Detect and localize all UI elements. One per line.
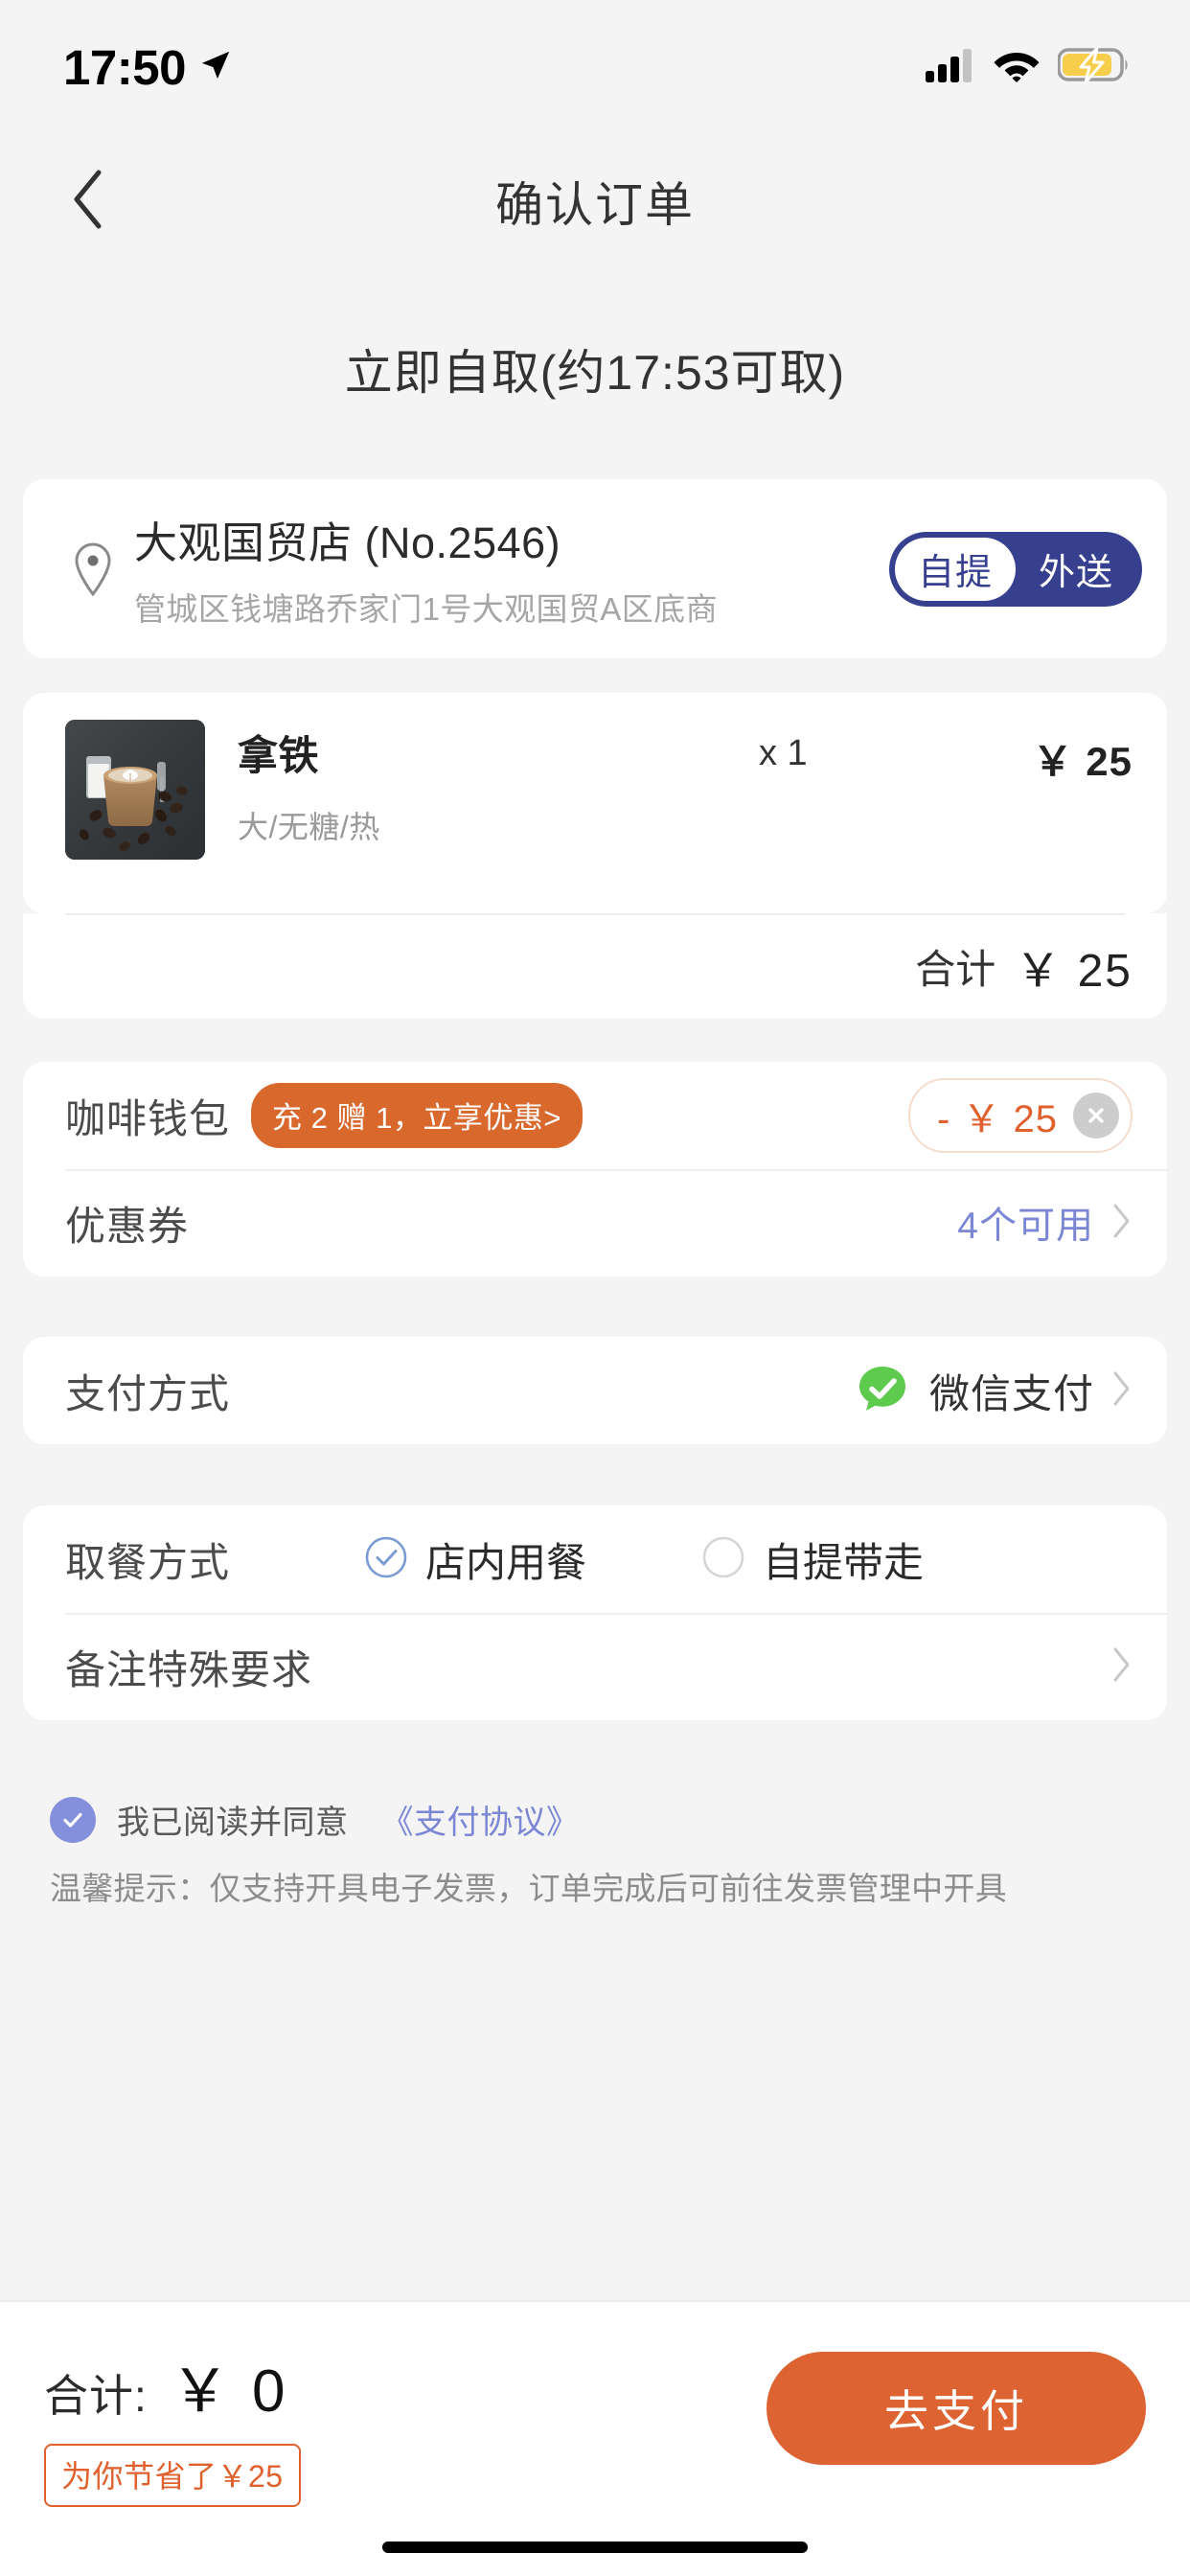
close-circle-icon[interactable]: [1073, 1092, 1119, 1138]
remarks-row[interactable]: 备注特殊要求: [23, 1613, 1167, 1720]
payment-method-card[interactable]: 支付方式 微信支付: [23, 1337, 1167, 1444]
payment-agreement-link[interactable]: 《支付协议》: [381, 1796, 580, 1843]
store-address: 管城区钱塘路乔家门1号大观国贸A区底商: [134, 591, 718, 627]
store-card[interactable]: 大观国贸店 (No.2546) 管城区钱塘路乔家门1号大观国贸A区底商 自提 外…: [23, 479, 1167, 658]
chevron-right-icon: [1111, 1646, 1133, 1688]
status-bar-time: 17:50: [63, 39, 186, 95]
chevron-right-icon: [1111, 1203, 1133, 1244]
coupon-label: 优惠券: [65, 1203, 190, 1249]
wechat-pay-check-icon: [857, 1365, 908, 1416]
mode-option-delivery[interactable]: 外送: [1016, 538, 1136, 601]
product-row: 拿铁 大/无糖/热 x 1 ￥ 25: [23, 693, 1167, 913]
status-bar: 17:50: [0, 0, 1190, 134]
coupon-row[interactable]: 优惠券 4个可用: [23, 1169, 1167, 1276]
chevron-right-icon: [1111, 1370, 1133, 1412]
home-indicator: [382, 2542, 808, 2553]
dining-option-dine-in-label: 店内用餐: [425, 1539, 587, 1585]
product-name: 拿铁: [238, 733, 320, 778]
subtotal-divider: [65, 913, 1125, 915]
dining-radio-group: 店内用餐 自提带走: [364, 1530, 924, 1589]
wifi-icon: [993, 48, 1041, 87]
bottom-total-area: 合计: ￥ 0 为你节省了￥25: [44, 2342, 301, 2507]
radio-checked-icon: [364, 1535, 408, 1584]
bottom-total-value: ￥ 0: [170, 2358, 288, 2425]
store-info: 大观国贸店 (No.2546) 管城区钱塘路乔家门1号大观国贸A区底商: [126, 508, 889, 630]
chevron-left-icon: [70, 169, 104, 235]
pay-button[interactable]: 去支付: [767, 2352, 1146, 2465]
subtotal-row: 合计 ￥ 25: [23, 913, 1167, 1019]
store-card-inner: 大观国贸店 (No.2546) 管城区钱塘路乔家门1号大观国贸A区底商 自提 外…: [23, 479, 1167, 658]
agreement-text: 我已阅读并同意: [117, 1805, 349, 1841]
map-pin-icon: [59, 541, 126, 597]
payment-row-right: 微信支付: [857, 1362, 1133, 1420]
wallet-coupon-card: 咖啡钱包 充 2 赠 1，立享优惠> - ￥ 25 优惠券 4个可用: [23, 1062, 1167, 1276]
coupon-available-count: 4个可用: [957, 1206, 1094, 1247]
dining-method-label: 取餐方式: [65, 1539, 231, 1585]
dining-option-takeaway-label: 自提带走: [763, 1539, 925, 1585]
dining-option-takeaway[interactable]: 自提带走: [701, 1530, 924, 1589]
wallet-discount-amount: - ￥ 25: [936, 1098, 1058, 1140]
product-spec: 大/无糖/热: [238, 810, 380, 844]
pickup-time-banner[interactable]: 立即自取(约17:53可取): [0, 273, 1190, 465]
wallet-discount-pill[interactable]: - ￥ 25: [907, 1078, 1133, 1153]
cellular-signal-icon: [926, 48, 975, 87]
coupon-row-right: 4个可用: [957, 1196, 1133, 1250]
checkbox-checked-icon[interactable]: [50, 1796, 96, 1843]
coupon-row-divider: [65, 1169, 1167, 1171]
payment-method-row[interactable]: 支付方式 微信支付: [23, 1337, 1167, 1444]
dining-remarks-card: 取餐方式 店内用餐 自提带走 备注特殊要求: [23, 1506, 1167, 1720]
product-price: ￥ 25: [1032, 739, 1133, 784]
bottom-bar: 合计: ￥ 0 为你节省了￥25 去支付: [0, 2300, 1190, 2576]
product-info: 拿铁 大/无糖/热: [205, 720, 759, 847]
coffee-wallet-row[interactable]: 咖啡钱包 充 2 赠 1，立享优惠> - ￥ 25: [23, 1062, 1167, 1169]
payment-method-value: 微信支付: [928, 1370, 1094, 1416]
back-button[interactable]: [44, 158, 130, 244]
savings-badge: 为你节省了￥25: [44, 2444, 301, 2507]
dining-method-row: 取餐方式 店内用餐 自提带走: [23, 1506, 1167, 1613]
fulfillment-mode-toggle[interactable]: 自提 外送: [889, 531, 1142, 607]
bottom-total-label: 合计:: [44, 2371, 148, 2421]
coffee-wallet-label: 咖啡钱包: [65, 1095, 231, 1141]
invoice-notice-text: 温馨提示：仅支持开具电子发票，订单完成后可前往发票管理中开具: [50, 1871, 1007, 1906]
nav-bar: 确认订单: [0, 134, 1190, 268]
mode-option-pickup[interactable]: 自提: [895, 538, 1016, 601]
dining-option-dine-in[interactable]: 店内用餐: [364, 1530, 586, 1589]
product-quantity: x 1: [759, 733, 808, 773]
wallet-promo-badge[interactable]: 充 2 赠 1，立享优惠>: [251, 1083, 583, 1148]
product-card: 拿铁 大/无糖/热 x 1 ￥ 25: [23, 693, 1167, 913]
page-title: 确认订单: [495, 178, 695, 232]
remarks-row-divider: [65, 1613, 1167, 1615]
wallet-row-right: - ￥ 25: [907, 1078, 1133, 1153]
product-thumbnail: [65, 720, 205, 860]
remarks-label: 备注特殊要求: [65, 1646, 313, 1692]
subtotal-card: 合计 ￥ 25: [23, 913, 1167, 1019]
subtotal-value: ￥ 25: [1015, 946, 1133, 997]
battery-charging-icon: [1057, 46, 1131, 87]
payment-method-label: 支付方式: [65, 1370, 231, 1416]
bottom-total-line: 合计: ￥ 0: [44, 2342, 301, 2428]
remarks-row-right: [1111, 1646, 1133, 1688]
store-name: 大观国贸店 (No.2546): [134, 518, 561, 567]
radio-unchecked-icon: [701, 1535, 745, 1584]
status-bar-left: 17:50: [63, 39, 232, 96]
pickup-time-text: 立即自取(约17:53可取): [344, 346, 846, 400]
agreement-row[interactable]: 我已阅读并同意 《支付协议》: [0, 1796, 1190, 1843]
status-bar-right: [926, 46, 1131, 87]
subtotal-label: 合计: [915, 946, 996, 992]
location-arrow-icon: [199, 49, 232, 86]
order-confirm-screen: 17:50 确认订单 立即自取(约17:53可取) 大观国贸店 (No.2546…: [0, 0, 1190, 2576]
